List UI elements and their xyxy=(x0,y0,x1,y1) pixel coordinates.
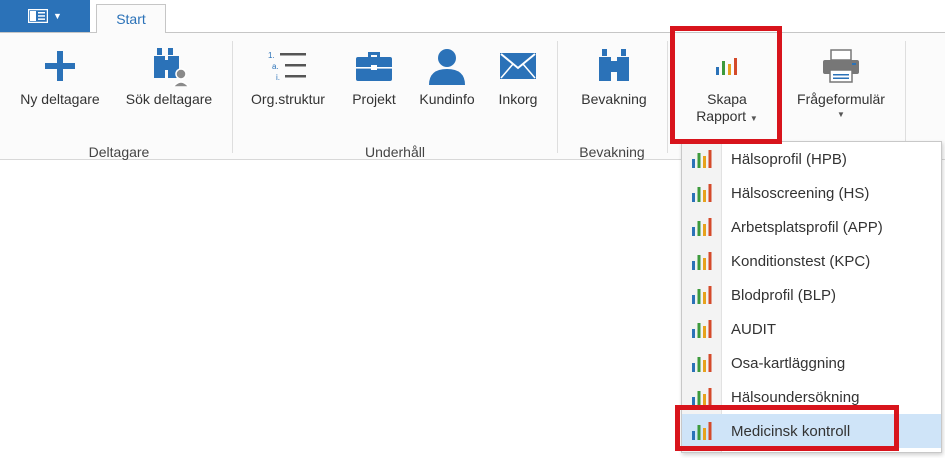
numbered-list-icon: 1. a. i. xyxy=(268,51,306,82)
customer-info-label: Kundinfo xyxy=(419,91,475,107)
printer-icon xyxy=(823,49,859,83)
binoculars-user-icon xyxy=(154,48,190,87)
menu-item-report[interactable]: AUDIT xyxy=(682,312,941,346)
project-label: Projekt xyxy=(352,91,396,107)
bar-chart-icon xyxy=(682,183,722,203)
create-report-label-line2: Rapport ▼ xyxy=(696,108,758,124)
binoculars-icon xyxy=(599,49,629,81)
menu-item-label: Hälsoprofil (HPB) xyxy=(731,150,847,168)
briefcase-icon xyxy=(356,52,392,81)
plus-icon xyxy=(45,51,75,81)
group-label-monitoring: Bevakning xyxy=(579,144,645,160)
bar-chart-icon xyxy=(682,285,722,305)
menu-item-label: Medicinsk kontroll xyxy=(731,422,851,440)
bar-chart-icon xyxy=(682,421,722,441)
svg-text:a.: a. xyxy=(272,62,279,71)
envelope-icon xyxy=(500,53,536,79)
user-icon xyxy=(429,49,465,85)
bar-chart-icon xyxy=(682,149,722,169)
chevron-down-icon: ▼ xyxy=(837,110,845,119)
new-participant-label: Ny deltagare xyxy=(20,91,100,107)
group-separator xyxy=(667,41,668,153)
menu-item-report[interactable]: Hälsoprofil (HPB) xyxy=(682,142,941,176)
group-separator xyxy=(232,41,233,153)
create-report-menu: Hälsoprofil (HPB) Hälsoscreening (HS) Arbe… xyxy=(681,141,942,453)
svg-text:1.: 1. xyxy=(268,51,275,60)
project-button[interactable]: Projekt xyxy=(344,33,404,139)
bar-chart-icon xyxy=(716,58,737,75)
menu-item-report[interactable]: Hälsoundersökning xyxy=(682,380,941,414)
questionnaire-button[interactable]: Frågeformulär ▼ xyxy=(782,33,900,139)
monitoring-button[interactable]: Bevakning xyxy=(568,33,660,139)
menu-item-report[interactable]: Osa-kartläggning xyxy=(682,346,941,380)
create-report-button[interactable]: Skapa Rapport ▼ xyxy=(677,33,777,139)
tab-strip: ▼ Start xyxy=(0,0,945,33)
search-participant-button[interactable]: Sök deltagare xyxy=(116,33,222,139)
menu-item-label: AUDIT xyxy=(731,320,776,338)
create-report-label-line1: Skapa xyxy=(707,91,747,107)
app-menu-button[interactable]: ▼ xyxy=(0,0,90,32)
bar-chart-icon xyxy=(682,353,722,373)
bar-chart-icon xyxy=(682,319,722,339)
svg-text:i.: i. xyxy=(276,73,280,82)
menu-item-label: Osa-kartläggning xyxy=(731,354,846,372)
menu-item-label: Hälsoundersökning xyxy=(731,388,860,406)
group-label-maintenance: Underhåll xyxy=(365,144,425,160)
questionnaire-label: Frågeformulär xyxy=(797,91,885,107)
chevron-down-icon: ▼ xyxy=(53,11,62,21)
group-separator xyxy=(557,41,558,153)
chevron-down-icon: ▼ xyxy=(749,114,758,123)
org-structure-button[interactable]: 1. a. i. Org.struktur xyxy=(240,33,336,139)
menu-item-label: Arbetsplatsprofil (APP) xyxy=(731,218,883,236)
menu-item-report[interactable]: Blodprofil (BLP) xyxy=(682,278,941,312)
org-structure-label: Org.struktur xyxy=(251,91,325,107)
menu-item-report[interactable]: Hälsoscreening (HS) xyxy=(682,176,941,210)
app-menu-icon xyxy=(28,9,49,23)
menu-item-label: Hälsoscreening (HS) xyxy=(731,184,870,202)
new-participant-button[interactable]: Ny deltagare xyxy=(8,33,112,139)
menu-item-report[interactable]: Medicinsk kontroll xyxy=(682,414,941,448)
monitoring-label: Bevakning xyxy=(581,91,647,107)
menu-item-report[interactable]: Arbetsplatsprofil (APP) xyxy=(682,210,941,244)
tab-start[interactable]: Start xyxy=(96,4,166,33)
bar-chart-icon xyxy=(682,387,722,407)
customer-info-button[interactable]: Kundinfo xyxy=(412,33,482,139)
bar-chart-icon xyxy=(682,217,722,237)
group-label-participants: Deltagare xyxy=(88,144,150,160)
menu-item-label: Konditionstest (KPC) xyxy=(731,252,871,270)
group-separator xyxy=(905,41,906,153)
search-participant-label: Sök deltagare xyxy=(125,91,213,107)
menu-item-label: Blodprofil (BLP) xyxy=(731,286,837,304)
inbox-button[interactable]: Inkorg xyxy=(490,33,546,139)
menu-item-report[interactable]: Konditionstest (KPC) xyxy=(682,244,941,278)
bar-chart-icon xyxy=(682,251,722,271)
inbox-label: Inkorg xyxy=(498,91,538,107)
